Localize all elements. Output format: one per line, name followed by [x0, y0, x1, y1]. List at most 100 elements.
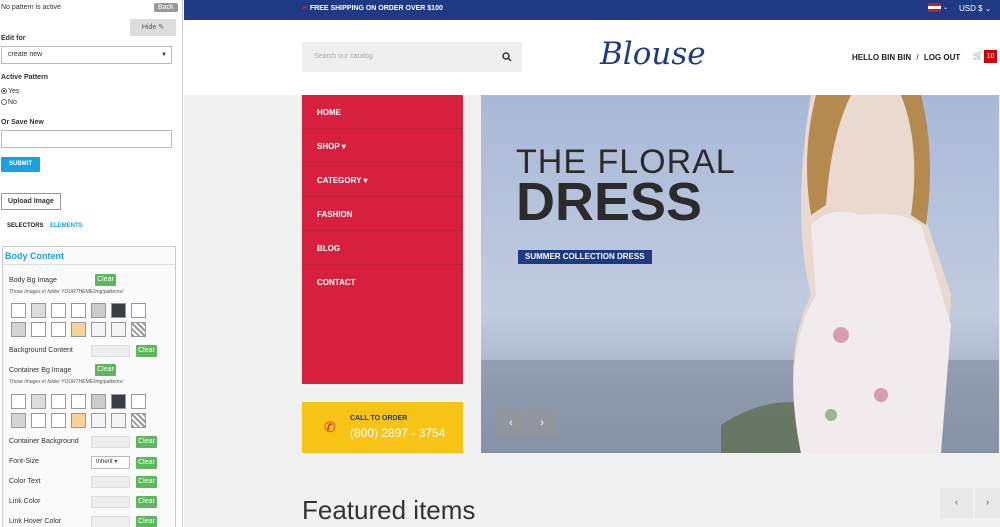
radio-no[interactable]: [1, 99, 7, 105]
clear-button[interactable]: Clear: [136, 345, 157, 357]
link-hover-color-input[interactable]: [91, 516, 130, 527]
pattern-swatch[interactable]: [91, 322, 106, 337]
site-header: Search our catalog Blouse HELLO BIN BIN …: [184, 20, 1000, 95]
radio-no-label: No: [8, 99, 17, 106]
pattern-swatch[interactable]: [91, 394, 106, 409]
link-color-label: Link Color: [9, 498, 41, 505]
pattern-swatch[interactable]: [71, 322, 86, 337]
slider-next-button[interactable]: ›: [527, 408, 557, 438]
featured-heading: Featured items: [302, 495, 476, 525]
pattern-swatch[interactable]: [111, 322, 126, 337]
back-button[interactable]: Back: [154, 3, 178, 12]
category-menu: HOME SHOP ▾ CATEGORY ▾ FASHION BLOG CONT…: [302, 95, 463, 384]
pattern-swatch[interactable]: [91, 303, 106, 318]
pattern-swatch[interactable]: [131, 394, 146, 409]
chevron-down-icon[interactable]: ⌄: [943, 4, 948, 11]
chevron-right-icon: ›: [985, 497, 990, 508]
chevron-left-icon: ‹: [509, 417, 513, 429]
currency-selector[interactable]: USD $ ⌄: [959, 4, 992, 13]
pattern-swatch[interactable]: [131, 303, 146, 318]
call-title: CALL TO ORDER: [350, 415, 408, 422]
scissors-icon: ✂: [302, 5, 308, 12]
edit-for-select[interactable]: create new ▼: [1, 46, 172, 64]
chevron-right-icon: ›: [540, 417, 544, 429]
pattern-swatch[interactable]: [31, 413, 46, 428]
font-size-select[interactable]: Inherit ▾: [91, 456, 130, 469]
pattern-swatch[interactable]: [11, 303, 26, 318]
clear-button[interactable]: Clear: [95, 274, 116, 286]
us-flag-icon[interactable]: [928, 3, 941, 12]
pattern-swatch[interactable]: [11, 322, 26, 337]
clear-button[interactable]: Clear: [136, 476, 157, 488]
site-logo[interactable]: Blouse: [600, 36, 706, 72]
link-color-input[interactable]: [91, 496, 130, 508]
theme-customizer-panel: No pattern is active Back Hide ✎ Edit fo…: [0, 0, 183, 527]
menu-item-shop[interactable]: SHOP ▾: [302, 129, 463, 163]
logout-link[interactable]: LOG OUT: [924, 53, 960, 62]
menu-item-blog[interactable]: BLOG: [302, 231, 463, 265]
account-link[interactable]: HELLO BIN BIN: [852, 53, 911, 62]
phone-icon: ✆: [324, 419, 336, 435]
cart-icon[interactable]: 🛒: [973, 51, 983, 60]
pattern-swatch[interactable]: [111, 394, 126, 409]
clear-button[interactable]: Clear: [95, 364, 116, 376]
pattern-swatch[interactable]: [31, 322, 46, 337]
search-input[interactable]: Search our catalog: [302, 42, 522, 72]
pattern-swatch[interactable]: [131, 322, 146, 337]
pattern-swatch[interactable]: [31, 394, 46, 409]
pattern-swatch[interactable]: [131, 413, 146, 428]
hero-tag[interactable]: SUMMER COLLECTION DRESS: [518, 250, 652, 264]
pattern-swatch[interactable]: [11, 413, 26, 428]
upload-image-button[interactable]: Upload Image: [1, 193, 61, 210]
featured-prev-button[interactable]: ‹: [940, 488, 973, 518]
pattern-swatch[interactable]: [71, 413, 86, 428]
pattern-swatch[interactable]: [51, 303, 66, 318]
pattern-swatch[interactable]: [71, 303, 86, 318]
pattern-swatch[interactable]: [111, 413, 126, 428]
clear-button[interactable]: Clear: [136, 457, 157, 469]
save-new-label: Or Save New: [1, 119, 44, 126]
menu-item-home[interactable]: HOME: [302, 95, 463, 129]
background-content-input[interactable]: [91, 345, 130, 357]
pattern-swatch[interactable]: [31, 303, 46, 318]
pattern-swatch[interactable]: [51, 413, 66, 428]
pattern-swatch[interactable]: [51, 322, 66, 337]
menu-item-fashion[interactable]: FASHION: [302, 197, 463, 231]
caret-down-icon: ▼: [161, 52, 167, 58]
search-icon[interactable]: [502, 52, 512, 62]
pattern-swatch[interactable]: [71, 394, 86, 409]
chevron-left-icon: ‹: [954, 497, 959, 508]
clear-button[interactable]: Clear: [136, 516, 157, 527]
hero-title-line2: DRESS: [516, 172, 703, 232]
radio-yes[interactable]: [1, 88, 7, 94]
container-bg-image-label: Container Bg Image: [9, 367, 72, 374]
slider-prev-button[interactable]: ‹: [496, 408, 526, 438]
menu-item-category[interactable]: CATEGORY ▾: [302, 163, 463, 197]
cart-count-badge[interactable]: 10: [984, 50, 997, 63]
save-new-input[interactable]: [1, 130, 172, 148]
featured-next-button[interactable]: ›: [975, 488, 1000, 518]
hide-button[interactable]: Hide ✎: [130, 19, 176, 36]
container-background-label: Container Background: [9, 438, 79, 445]
clear-button[interactable]: Clear: [136, 496, 157, 508]
color-text-input[interactable]: [91, 476, 130, 488]
menu-item-contact[interactable]: CONTACT: [302, 265, 463, 299]
container-background-input[interactable]: [91, 436, 130, 448]
patterns-note: Those Images in folder YOURTHEME/img/pat…: [9, 289, 124, 295]
body-content-section: Body Content Body Bg Image Clear Those I…: [2, 246, 176, 527]
wrench-icon: ✎: [158, 24, 165, 31]
pattern-swatch[interactable]: [11, 394, 26, 409]
pattern-swatch[interactable]: [111, 303, 126, 318]
radio-yes-label: Yes: [8, 88, 20, 95]
pattern-swatch[interactable]: [51, 394, 66, 409]
active-pattern-label: Active Pattern: [1, 74, 49, 81]
clear-button[interactable]: Clear: [136, 436, 157, 448]
phone-number[interactable]: (800) 2897 - 3754: [350, 426, 445, 440]
tab-elements[interactable]: ELEMENTS: [50, 223, 83, 229]
pattern-swatch[interactable]: [91, 413, 106, 428]
hero-slider: THE FLORAL DRESS SUMMER COLLECTION DRESS…: [481, 95, 999, 453]
pattern-status: No pattern is active: [1, 4, 61, 11]
section-title: Body Content: [3, 247, 175, 265]
submit-button[interactable]: SUBMIT: [1, 157, 40, 172]
tab-selectors[interactable]: SELECTORS: [7, 223, 44, 229]
